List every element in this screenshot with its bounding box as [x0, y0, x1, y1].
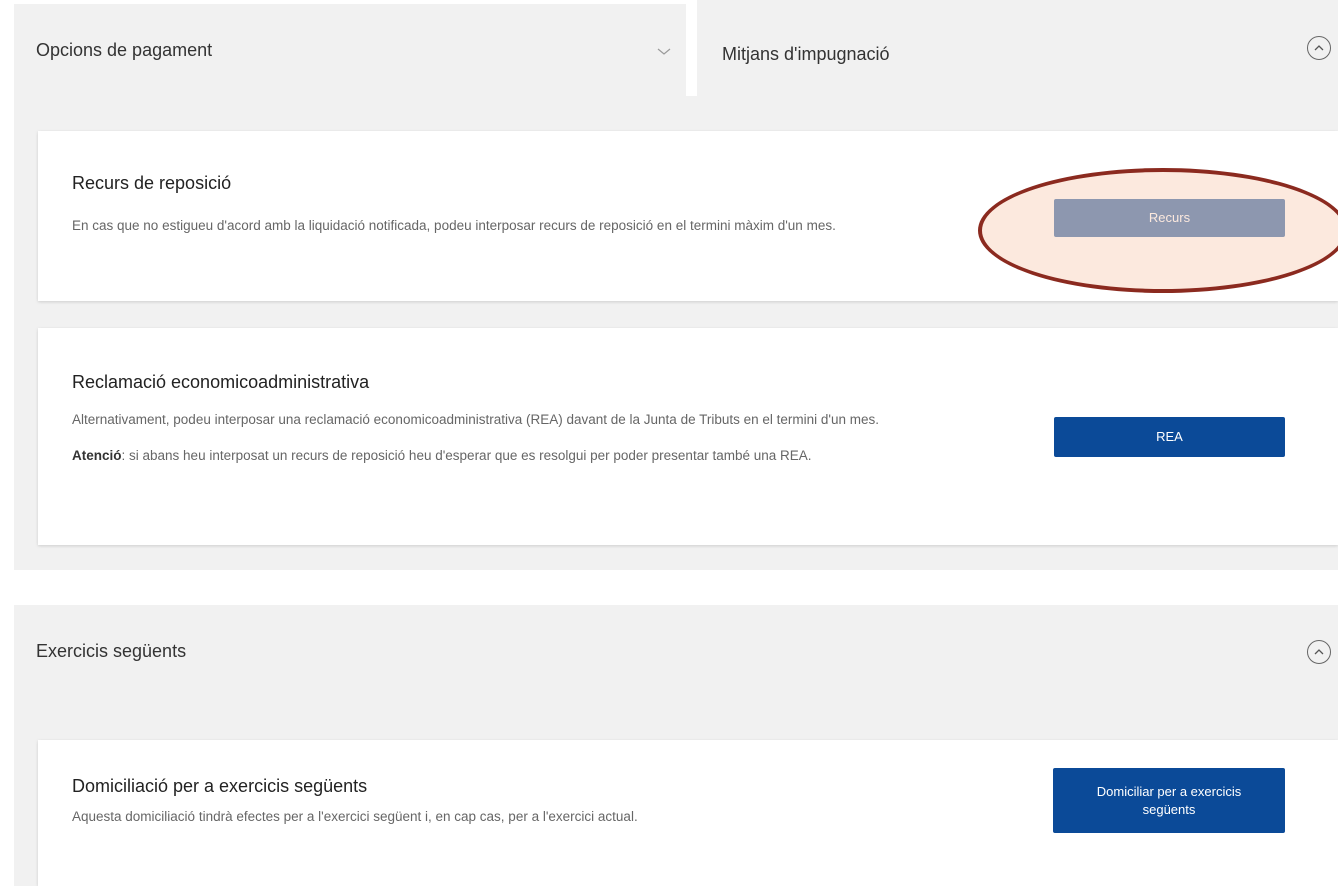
- rea-text: Alternativament, podeu interposar una re…: [72, 412, 879, 427]
- rea-title: Reclamació economicoadministrativa: [72, 372, 370, 392]
- reposition-appeal-title: Recurs de reposició: [72, 173, 232, 193]
- chevron-up-glyph: [1314, 45, 1324, 51]
- payment-options-tab[interactable]: Opcions de pagament: [14, 4, 686, 96]
- reposition-appeal-card: Recurs de reposició En cas que no estigu…: [38, 131, 1338, 301]
- reposition-appeal-text: En cas que no estigueu d'acord amb la li…: [72, 218, 836, 233]
- following-years-title: Exercicis següents: [36, 641, 187, 661]
- rea-notice-label: Atenció: [72, 448, 122, 463]
- direct-debit-title: Domiciliació per a exercicis següents: [72, 776, 368, 796]
- direct-debit-button[interactable]: Domiciliar per a exercicis següents: [1053, 768, 1285, 833]
- rea-card: Reclamació economicoadministrativa Alter…: [38, 328, 1338, 545]
- circle-chevron-up-icon[interactable]: [1307, 36, 1331, 60]
- rea-notice: Atenció: si abans heu interposat un recu…: [72, 447, 1032, 465]
- rea-notice-text: : si abans heu interposat un recurs de r…: [121, 448, 812, 463]
- direct-debit-card: Domiciliació per a exercicis següents Aq…: [38, 740, 1338, 886]
- reposition-appeal-button[interactable]: Recurs: [1054, 199, 1285, 237]
- direct-debit-text: Aquesta domiciliació tindrà efectes per …: [72, 809, 638, 824]
- rea-button[interactable]: REA: [1054, 417, 1285, 457]
- payment-options-tab-label: Opcions de pagament: [36, 39, 213, 60]
- chevron-up-glyph: [1314, 649, 1324, 655]
- chevron-down-icon[interactable]: [654, 42, 674, 62]
- appeal-means-tab-label: Mitjans d'impugnació: [722, 44, 890, 64]
- circle-chevron-up-icon[interactable]: [1307, 640, 1331, 664]
